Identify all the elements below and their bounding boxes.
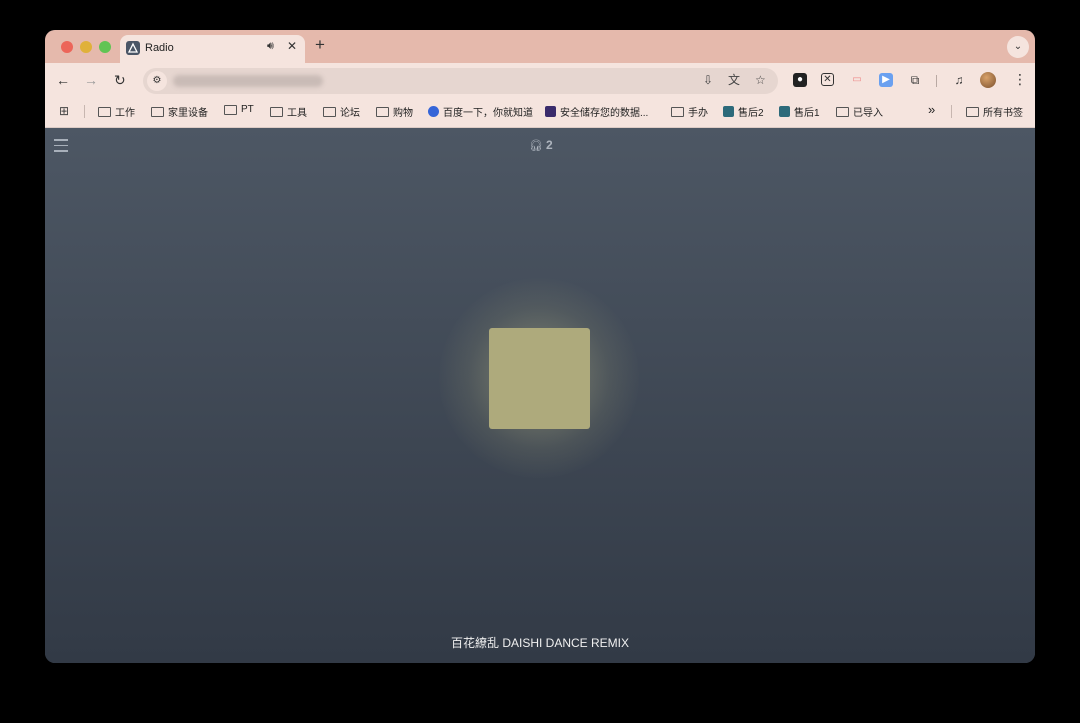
bookmark-folder[interactable]: 工具	[270, 104, 307, 119]
hamburger-menu-icon[interactable]	[54, 139, 68, 156]
aftersales-icon	[779, 106, 790, 117]
radio-page: 🎧︎ 2 百花繚乱 DAISHI DANCE REMIX	[45, 128, 1035, 663]
bookmark-folder[interactable]: 论坛	[323, 104, 360, 119]
maximize-window-button[interactable]	[99, 41, 111, 53]
close-icon[interactable]: ✕	[287, 39, 297, 53]
tab-radio[interactable]: Radio 🔊︎ ✕	[120, 35, 305, 63]
bookmark-label: 手办	[688, 108, 708, 119]
ext-icon-3[interactable]: ▭	[850, 73, 864, 87]
apps-grid-icon[interactable]: ⊞	[59, 104, 69, 118]
media-control-icon[interactable]: ♫	[952, 73, 966, 87]
folder-icon	[151, 106, 164, 117]
bookmark-label: 售后2	[738, 108, 764, 119]
bookmark-aftersales-1[interactable]: 售后1	[779, 104, 820, 119]
translate-icon[interactable]: 文	[728, 73, 740, 87]
bookmark-baidu[interactable]: 百度一下，你就知道	[428, 104, 533, 119]
listener-count-value: 2	[545, 138, 553, 152]
back-button[interactable]: ←	[56, 72, 70, 88]
tab-search-button[interactable]: ⌄	[1007, 36, 1029, 58]
folder-icon	[376, 106, 389, 117]
bookmark-folder[interactable]: 已导入	[836, 104, 883, 119]
address-bar[interactable]: ⚙ ⇩ 文 ☆	[143, 68, 778, 94]
bookmark-folder[interactable]: 手办	[671, 104, 708, 119]
folder-icon	[323, 106, 336, 117]
headphones-icon: 🎧︎	[529, 139, 543, 152]
folder-icon	[224, 104, 237, 115]
bookmark-label: 工具	[287, 108, 307, 119]
listener-count: 🎧︎ 2	[529, 138, 553, 152]
bookmark-label: 工作	[115, 108, 135, 119]
tab-title: Radio	[145, 42, 174, 54]
bookmark-folder[interactable]: PT	[224, 104, 254, 115]
browser-window: Radio 🔊︎ ✕ + ⌄ ← → ↻ ⚙ ⇩ 文 ☆ ● ✕ ▭ ▶ ⧉ ♫…	[45, 30, 1035, 663]
bookmark-label: 论坛	[340, 108, 360, 119]
now-playing-title: 百花繚乱 DAISHI DANCE REMIX	[450, 636, 630, 650]
forward-button[interactable]: →	[84, 72, 98, 88]
folder-icon	[836, 106, 849, 117]
menu-icon[interactable]: ⋮	[1013, 71, 1027, 88]
puzzle-icon[interactable]: ⧉	[908, 73, 922, 87]
bookmark-label: 所有书签	[983, 108, 1023, 119]
ext-icon-2[interactable]: ✕	[821, 73, 834, 86]
speaker-icon[interactable]: 🔊︎	[267, 40, 274, 53]
folder-icon	[98, 106, 111, 117]
bookmark-label: 家里设备	[168, 108, 208, 119]
new-tab-button[interactable]: +	[315, 36, 325, 54]
bookmarks-divider	[951, 105, 952, 118]
bookmarks-divider	[84, 105, 85, 118]
install-icon[interactable]: ⇩	[703, 73, 713, 87]
close-window-button[interactable]	[61, 41, 73, 53]
radio-favicon-icon	[126, 41, 140, 55]
baidu-paw-icon	[428, 106, 439, 117]
ext-icon-1[interactable]: ●	[793, 73, 807, 87]
bookmark-label: 售后1	[794, 108, 820, 119]
bookmark-label: PT	[241, 104, 254, 115]
bookmark-aftersales-2[interactable]: 售后2	[723, 104, 764, 119]
bookmark-folder[interactable]: 购物	[376, 104, 413, 119]
bookmarks-bar: ⊞ 工作 家里设备 PT 工具 论坛 购物 百度一下，你就知道 安全储存您的数据…	[45, 97, 1035, 128]
album-cover[interactable]	[489, 328, 590, 429]
bookmarks-overflow-button[interactable]: »	[928, 102, 935, 117]
star-icon[interactable]: ☆	[755, 73, 766, 87]
minimize-window-button[interactable]	[80, 41, 92, 53]
reload-button[interactable]: ↻	[114, 72, 126, 88]
bookmark-label: 安全储存您的数据...	[560, 108, 649, 119]
ext-icon-4[interactable]: ▶	[879, 73, 893, 87]
avatar[interactable]	[980, 72, 996, 88]
bookmark-secure-storage[interactable]: 安全储存您的数据...	[545, 104, 648, 119]
all-bookmarks-folder[interactable]: 所有书签	[966, 104, 1023, 119]
folder-icon	[966, 106, 979, 117]
storage-icon	[545, 106, 556, 117]
bookmark-label: 已导入	[853, 108, 883, 119]
bookmark-label: 购物	[393, 108, 413, 119]
folder-icon	[270, 106, 283, 117]
toolbar: ← → ↻ ⚙ ⇩ 文 ☆ ● ✕ ▭ ▶ ⧉ ♫ ⋮	[45, 63, 1035, 97]
folder-icon	[671, 106, 684, 117]
toolbar-divider	[936, 75, 937, 87]
bookmark-label: 百度一下，你就知道	[443, 108, 533, 119]
tab-strip: Radio 🔊︎ ✕ + ⌄	[45, 30, 1035, 63]
site-info-icon[interactable]: ⚙	[147, 71, 167, 91]
bookmark-folder[interactable]: 工作	[98, 104, 135, 119]
bookmark-folder[interactable]: 家里设备	[151, 104, 208, 119]
url-text-blurred	[173, 75, 323, 87]
aftersales-icon	[723, 106, 734, 117]
